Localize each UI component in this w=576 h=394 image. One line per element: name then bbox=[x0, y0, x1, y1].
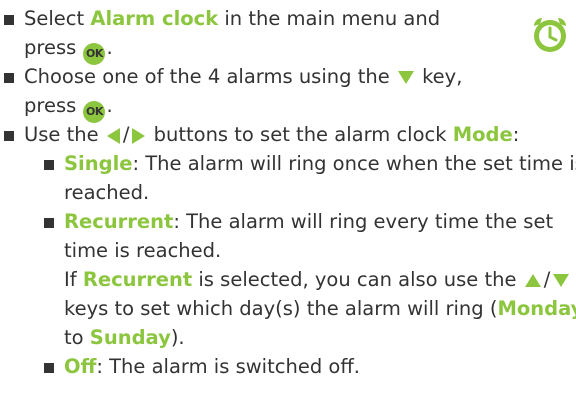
mode-label: Mode bbox=[452, 123, 513, 146]
alarm-clock-menu-label: Alarm clock bbox=[90, 7, 219, 30]
bullet-marker bbox=[4, 15, 14, 25]
sub-bullet-marker bbox=[44, 363, 54, 373]
step-select-line2: press OK. bbox=[24, 34, 113, 65]
down-arrow-icon bbox=[553, 274, 570, 287]
text: : The alarm will ring every time the set bbox=[173, 210, 554, 233]
recurrent-line2: time is reached. bbox=[64, 237, 221, 265]
sunday-label: Sunday bbox=[89, 326, 171, 349]
bullet-marker bbox=[4, 73, 14, 83]
slash: / bbox=[543, 268, 551, 291]
off-line: Off: The alarm is switched off. bbox=[64, 353, 360, 381]
step-select-line1: Select Alarm clock in the main menu and bbox=[24, 5, 440, 33]
text: press bbox=[24, 36, 83, 59]
up-arrow-icon bbox=[524, 274, 541, 287]
text: ). bbox=[170, 326, 185, 349]
text: keys to set which day(s) the alarm will … bbox=[64, 297, 498, 320]
recurrent-line1: Recurrent: The alarm will ring every tim… bbox=[64, 208, 553, 236]
text: time is reached. bbox=[64, 239, 222, 262]
alarm-clock-icon bbox=[534, 18, 566, 52]
single-line1: Single: The alarm will ring once when th… bbox=[64, 150, 576, 178]
bullet-marker bbox=[4, 131, 14, 141]
text: to bbox=[64, 326, 90, 349]
text: Select bbox=[24, 7, 91, 30]
text: : The alarm will ring once when the set … bbox=[132, 152, 576, 175]
recurrent-mode-label: Recurrent bbox=[64, 210, 174, 233]
monday-label: Monday bbox=[497, 297, 576, 320]
text: is selected, you can also use the bbox=[192, 268, 523, 291]
sub-bullet-marker bbox=[44, 160, 54, 170]
text: Use the bbox=[24, 123, 105, 146]
text: : The alarm is switched off. bbox=[96, 355, 360, 378]
recurrent-mode-label: Recurrent bbox=[82, 268, 193, 291]
step-choose-line1: Choose one of the 4 alarms using the key… bbox=[24, 63, 462, 91]
off-mode-label: Off bbox=[64, 355, 97, 378]
down-arrow-icon bbox=[397, 71, 414, 84]
text: key, bbox=[415, 65, 463, 88]
text: buttons to set the alarm clock bbox=[147, 123, 453, 146]
text: reached. bbox=[64, 181, 150, 204]
text: press bbox=[24, 94, 83, 117]
text: Choose one of the 4 alarms using the bbox=[24, 65, 396, 88]
sub-bullet-marker bbox=[44, 218, 54, 228]
step-choose-line2: press OK. bbox=[24, 92, 113, 123]
ok-button-icon: OK bbox=[83, 43, 106, 65]
recurrent-line4: keys to set which day(s) the alarm will … bbox=[64, 295, 576, 323]
text: If bbox=[64, 268, 83, 291]
recurrent-line5: to Sunday). bbox=[64, 324, 185, 352]
text: in the main menu and bbox=[218, 7, 441, 30]
right-arrow-icon bbox=[132, 127, 146, 144]
text: : bbox=[512, 123, 520, 146]
left-arrow-icon bbox=[106, 127, 120, 144]
single-mode-label: Single bbox=[64, 152, 133, 175]
step-use-line: Use the / buttons to set the alarm clock… bbox=[24, 121, 519, 149]
ok-button-icon: OK bbox=[83, 101, 106, 123]
single-line2: reached. bbox=[64, 179, 149, 207]
slash: / bbox=[122, 123, 130, 146]
recurrent-line3: If Recurrent is selected, you can also u… bbox=[64, 266, 571, 294]
